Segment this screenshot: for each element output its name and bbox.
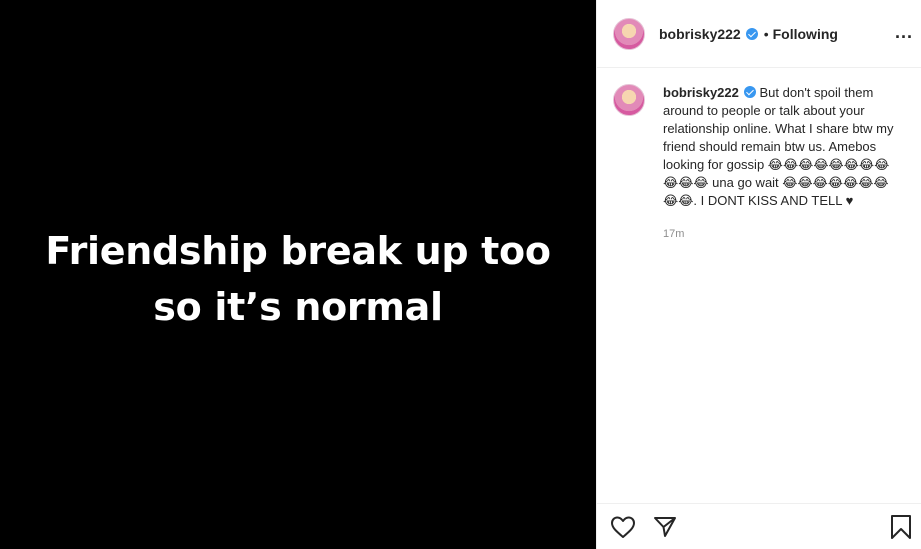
header-separator: • <box>763 25 769 42</box>
verified-badge-icon <box>743 86 756 98</box>
caption-text: But don't spoil them around to people or… <box>663 85 894 208</box>
save-button[interactable] <box>887 513 915 541</box>
caption-comment: bobrisky222 But don't spoil them around … <box>597 68 921 240</box>
post-image-text: Friendship break up too so it’s normal <box>18 223 578 335</box>
heart-icon <box>611 516 635 538</box>
action-bar <box>597 503 921 549</box>
bookmark-icon <box>891 515 911 539</box>
verified-badge-icon <box>745 27 758 40</box>
caption-text-block: bobrisky222 But don't spoil them around … <box>663 84 901 210</box>
following-button[interactable]: Following <box>773 26 838 42</box>
caption-username[interactable]: bobrisky222 <box>663 85 739 100</box>
like-button[interactable] <box>609 513 637 541</box>
paper-plane-icon <box>654 516 676 537</box>
post-image[interactable]: Friendship break up too so it’s normal <box>0 0 596 549</box>
caption-avatar[interactable] <box>613 84 645 116</box>
post-modal: Friendship break up too so it’s normal b… <box>0 0 921 549</box>
avatar[interactable] <box>613 17 645 50</box>
caption-timestamp[interactable]: 17m <box>663 228 901 240</box>
post-side-panel: bobrisky222 • Following ... bobrisky222 … <box>596 0 921 549</box>
share-button[interactable] <box>651 513 679 541</box>
post-image-text-line1: Friendship break up too <box>45 228 551 273</box>
more-options-icon[interactable]: ... <box>895 22 913 43</box>
header-username[interactable]: bobrisky222 <box>659 26 741 42</box>
post-image-text-line2: so it’s normal <box>153 284 443 329</box>
post-header: bobrisky222 • Following ... <box>597 0 921 68</box>
